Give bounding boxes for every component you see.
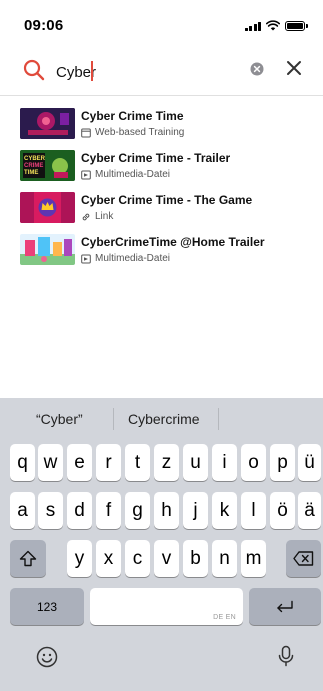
- battery-icon: [285, 20, 308, 31]
- result-meta: Web-based Training: [81, 127, 184, 138]
- result-meta: Multimedia-Datei: [81, 169, 170, 180]
- suggestion-divider: [218, 408, 219, 430]
- media-icon: [81, 254, 91, 263]
- suggestion-item[interactable]: “Cyber”: [36, 411, 83, 427]
- status-icons: [244, 20, 308, 31]
- backspace-key[interactable]: [286, 540, 321, 577]
- search-input[interactable]: [56, 61, 236, 83]
- result-thumbnail: [20, 108, 75, 139]
- link-icon: [82, 213, 90, 220]
- shift-icon: [19, 550, 37, 567]
- search-bar: [0, 48, 323, 96]
- numbers-key-label: 123: [36, 599, 58, 614]
- result-title: Cyber Crime Time - The Game: [81, 193, 253, 207]
- window-icon: [81, 128, 91, 137]
- result-meta: Multimedia-Datei: [81, 253, 170, 264]
- key-h[interactable]: h: [154, 492, 179, 529]
- key-q[interactable]: q: [10, 444, 35, 481]
- search-icon: [23, 59, 45, 81]
- key-n[interactable]: n: [212, 540, 237, 577]
- suggestion-item[interactable]: Cybercrime: [128, 411, 200, 427]
- signal-icon: [244, 21, 261, 31]
- svg-text:TIME: TIME: [24, 170, 38, 176]
- key-r[interactable]: r: [96, 444, 121, 481]
- shift-key[interactable]: [10, 540, 46, 577]
- result-item[interactable]: Cyber Crime Time Web-based Training: [0, 104, 323, 146]
- key-b[interactable]: b: [183, 540, 208, 577]
- return-key[interactable]: [249, 588, 321, 625]
- result-title: CyberCrimeTime @Home Trailer: [81, 235, 265, 249]
- key-c[interactable]: c: [125, 540, 150, 577]
- result-type: Multimedia-Datei: [95, 253, 171, 264]
- status-bar: 09:06: [0, 0, 323, 48]
- key-oe[interactable]: ö: [270, 492, 295, 529]
- result-item[interactable]: CYBER CRIME TIME Cyber Crime Time - Trai…: [0, 146, 323, 188]
- key-u[interactable]: u: [183, 444, 208, 481]
- key-e[interactable]: e: [67, 444, 92, 481]
- emoji-icon[interactable]: [36, 646, 58, 668]
- text-caret: [91, 61, 93, 81]
- key-a[interactable]: a: [10, 492, 35, 529]
- return-icon: [277, 600, 293, 612]
- key-y[interactable]: y: [67, 540, 92, 577]
- key-ae[interactable]: ä: [298, 492, 321, 529]
- result-thumbnail: [20, 234, 75, 265]
- result-type: Link: [95, 211, 114, 222]
- result-meta: Link: [81, 211, 113, 222]
- result-item[interactable]: Cyber Crime Time - The Game Link: [0, 188, 323, 230]
- result-title: Cyber Crime Time - Trailer: [81, 151, 231, 165]
- key-d[interactable]: d: [67, 492, 92, 529]
- key-x[interactable]: x: [96, 540, 121, 577]
- key-w[interactable]: w: [38, 444, 63, 481]
- key-s[interactable]: s: [38, 492, 63, 529]
- key-z[interactable]: z: [154, 444, 179, 481]
- language-hint: DE EN: [213, 614, 236, 621]
- clear-search-icon[interactable]: [250, 62, 264, 76]
- status-time: 09:06: [24, 17, 64, 34]
- microphone-icon[interactable]: [275, 645, 297, 667]
- key-i[interactable]: i: [212, 444, 237, 481]
- space-key[interactable]: DE EN: [90, 588, 243, 625]
- keyboard: “Cyber” Cybercrime q w e r t z u i o p ü…: [0, 398, 323, 691]
- key-g[interactable]: g: [125, 492, 150, 529]
- media-icon: [81, 170, 91, 179]
- key-p[interactable]: p: [270, 444, 295, 481]
- svg-text:CYBER: CYBER: [24, 156, 46, 162]
- key-j[interactable]: j: [183, 492, 208, 529]
- result-item[interactable]: CyberCrimeTime @Home Trailer Multimedia-…: [0, 230, 323, 272]
- search-results-list: Cyber Crime Time Web-based Training CYBE…: [0, 104, 323, 272]
- key-v[interactable]: v: [154, 540, 179, 577]
- suggestion-divider: [113, 408, 114, 430]
- backspace-icon: [293, 551, 314, 566]
- close-icon[interactable]: [285, 59, 303, 77]
- key-ue[interactable]: ü: [298, 444, 321, 481]
- result-title: Cyber Crime Time: [81, 109, 184, 123]
- key-o[interactable]: o: [241, 444, 266, 481]
- result-thumbnail: [20, 192, 75, 223]
- key-t[interactable]: t: [125, 444, 150, 481]
- svg-text:CRIME: CRIME: [24, 163, 43, 169]
- key-k[interactable]: k: [212, 492, 237, 529]
- suggestion-bar: “Cyber” Cybercrime: [0, 398, 323, 438]
- result-thumbnail: CYBER CRIME TIME: [20, 150, 75, 181]
- result-type: Multimedia-Datei: [95, 169, 171, 180]
- result-type: Web-based Training: [95, 127, 185, 138]
- key-l[interactable]: l: [241, 492, 266, 529]
- key-f[interactable]: f: [96, 492, 121, 529]
- key-m[interactable]: m: [241, 540, 266, 577]
- numbers-key[interactable]: 123: [10, 588, 84, 625]
- wifi-icon: [266, 20, 280, 31]
